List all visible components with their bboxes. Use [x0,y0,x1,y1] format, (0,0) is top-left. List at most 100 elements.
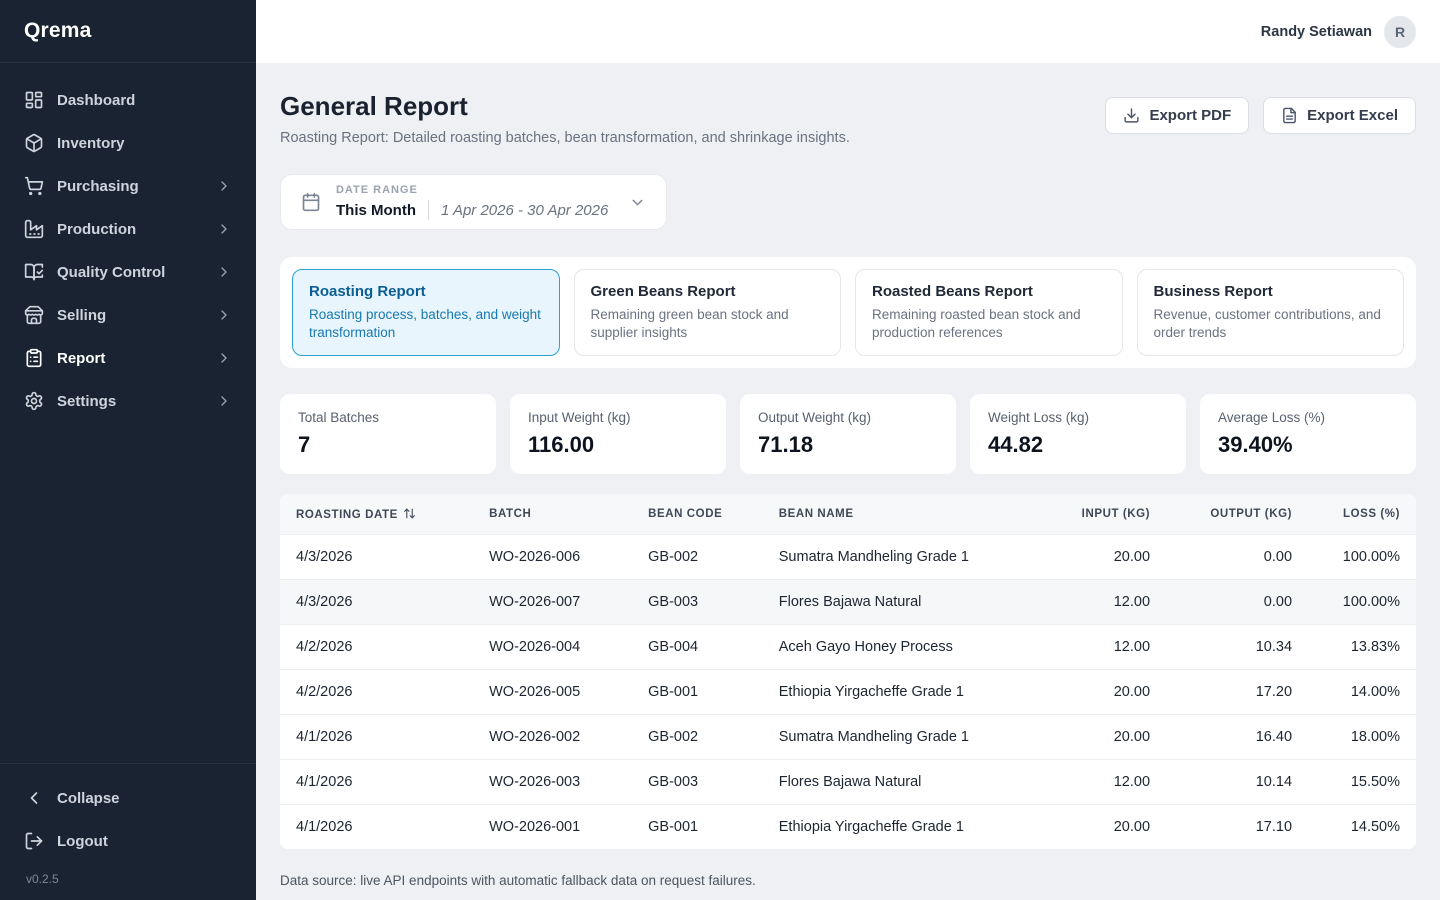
cell-roasting-date: 4/1/2026 [280,715,473,760]
cell-input-kg-: 12.00 [1035,580,1166,625]
table-row[interactable]: 4/3/2026WO-2026-006GB-002Sumatra Mandhel… [280,535,1416,580]
chevron-right-icon [216,307,232,323]
cell-batch: WO-2026-005 [473,670,632,715]
chevron-right-icon [216,393,232,409]
date-range-preset: This Month [336,202,416,219]
calendar-icon [301,192,321,212]
page-title: General Report [280,91,850,122]
cell-roasting-date: 4/2/2026 [280,625,473,670]
table-row[interactable]: 4/1/2026WO-2026-003GB-003Flores Bajawa N… [280,760,1416,805]
report-tab-title: Business Report [1154,283,1388,300]
export-pdf-button[interactable]: Export PDF [1105,97,1249,134]
settings-icon [24,391,44,411]
brand-logo: Qrema [0,0,256,63]
cell-batch: WO-2026-002 [473,715,632,760]
cell-bean-name: Sumatra Mandheling Grade 1 [763,535,1036,580]
cell-input-kg-: 12.00 [1035,625,1166,670]
stat-label: Average Loss (%) [1218,410,1398,425]
cell-roasting-date: 4/3/2026 [280,580,473,625]
cell-input-kg-: 20.00 [1035,535,1166,580]
cell-input-kg-: 20.00 [1035,805,1166,850]
cell-loss-: 18.00% [1308,715,1416,760]
cell-bean-name: Ethiopia Yirgacheffe Grade 1 [763,670,1036,715]
sidebar-item-label: Purchasing [57,178,139,195]
table-row[interactable]: 4/3/2026WO-2026-007GB-003Flores Bajawa N… [280,580,1416,625]
report-tab-description: Revenue, customer contributions, and ord… [1154,306,1388,342]
sidebar-item-production[interactable]: Production [12,209,244,249]
cell-output-kg-: 0.00 [1166,535,1308,580]
roasting-table-card: Roasting DateBatchBean CodeBean NameInpu… [280,494,1416,849]
cell-bean-name: Flores Bajawa Natural [763,760,1036,805]
report-tab-green-beans-report[interactable]: Green Beans ReportRemaining green bean s… [574,269,842,356]
column-header-bean-name: Bean Name [763,494,1036,535]
cell-bean-code: GB-004 [632,625,763,670]
sidebar: Qrema Dashboard Inventory Purchasing Produc… [0,0,256,900]
cell-batch: WO-2026-007 [473,580,632,625]
cell-batch: WO-2026-006 [473,535,632,580]
report-tab-description: Remaining roasted bean stock and product… [872,306,1106,342]
table-row[interactable]: 4/2/2026WO-2026-005GB-001Ethiopia Yirgac… [280,670,1416,715]
cell-loss-: 14.00% [1308,670,1416,715]
sort-icon [403,507,416,520]
sidebar-item-quality-control[interactable]: Quality Control [12,252,244,292]
cell-output-kg-: 10.14 [1166,760,1308,805]
cell-bean-name: Flores Bajawa Natural [763,580,1036,625]
column-header-roasting-date[interactable]: Roasting Date [280,494,473,535]
sidebar-item-purchasing[interactable]: Purchasing [12,166,244,206]
cell-output-kg-: 17.20 [1166,670,1308,715]
export-actions: Export PDF Export Excel [1105,97,1416,134]
table-row[interactable]: 4/1/2026WO-2026-001GB-001Ethiopia Yirgac… [280,805,1416,850]
sidebar-item-label: Dashboard [57,92,135,109]
sidebar-item-inventory[interactable]: Inventory [12,123,244,163]
table-row[interactable]: 4/1/2026WO-2026-002GB-002Sumatra Mandhel… [280,715,1416,760]
sidebar-item-report[interactable]: Report [12,338,244,378]
dashboard-icon [24,90,44,110]
table-row[interactable]: 4/2/2026WO-2026-004GB-004Aceh Gayo Honey… [280,625,1416,670]
report-tab-roasted-beans-report[interactable]: Roasted Beans ReportRemaining roasted be… [855,269,1123,356]
roasting-table: Roasting DateBatchBean CodeBean NameInpu… [280,494,1416,849]
column-header-label: Roasting Date [296,509,398,521]
cell-roasting-date: 4/1/2026 [280,760,473,805]
topbar: Randy Setiawan R [256,0,1440,63]
date-range-text: DATE RANGE This Month 1 Apr 2026 - 30 Ap… [336,184,608,220]
page-content: General Report Roasting Report: Detailed… [256,63,1440,900]
report-tab-roasting-report[interactable]: Roasting ReportRoasting process, batches… [292,269,560,356]
stat-value: 39.40% [1218,432,1398,458]
cell-roasting-date: 4/2/2026 [280,670,473,715]
cell-loss-: 100.00% [1308,535,1416,580]
report-tab-business-report[interactable]: Business Report Revenue, customer contrib… [1137,269,1405,356]
sidebar-item-selling[interactable]: Selling [12,295,244,335]
cell-bean-code: GB-001 [632,805,763,850]
column-header-label: Loss (%) [1343,508,1400,520]
avatar[interactable]: R [1384,16,1416,48]
stat-value: 44.82 [988,432,1168,458]
stat-card-weight-loss-kg-: Weight Loss (kg)44.82 [970,394,1186,474]
sidebar-item-label: Production [57,221,136,238]
cell-roasting-date: 4/1/2026 [280,805,473,850]
app-version: v0.2.5 [12,864,244,890]
sidebar-item-dashboard[interactable]: Dashboard [12,80,244,120]
column-header-label: Bean Code [648,508,722,520]
logout-label: Logout [57,833,108,850]
page-head-text: General Report Roasting Report: Detailed… [280,91,850,146]
cell-batch: WO-2026-004 [473,625,632,670]
sidebar-nav: Dashboard Inventory Purchasing Production Qu… [0,63,256,763]
date-range-selector[interactable]: DATE RANGE This Month 1 Apr 2026 - 30 Ap… [280,174,667,230]
chevron-left-icon [24,788,44,808]
export-excel-label: Export Excel [1307,107,1398,124]
sidebar-item-settings[interactable]: Settings [12,381,244,421]
cell-loss-: 15.50% [1308,760,1416,805]
stat-card-total-batches: Total Batches7 [280,394,496,474]
sidebar-item-label: Inventory [57,135,125,152]
sidebar-item-label: Quality Control [57,264,165,281]
stats-cards: Total Batches7Input Weight (kg)116.00Out… [280,394,1416,474]
stat-card-output-weight-kg-: Output Weight (kg)71.18 [740,394,956,474]
logout-button[interactable]: Logout [12,821,244,861]
collapse-label: Collapse [57,790,120,807]
main-area: Randy Setiawan R General Report Roasting… [256,0,1440,900]
stat-label: Input Weight (kg) [528,410,708,425]
export-excel-button[interactable]: Export Excel [1263,97,1416,134]
collapse-button[interactable]: Collapse [12,778,244,818]
column-header-label: Batch [489,508,531,520]
cell-batch: WO-2026-003 [473,760,632,805]
